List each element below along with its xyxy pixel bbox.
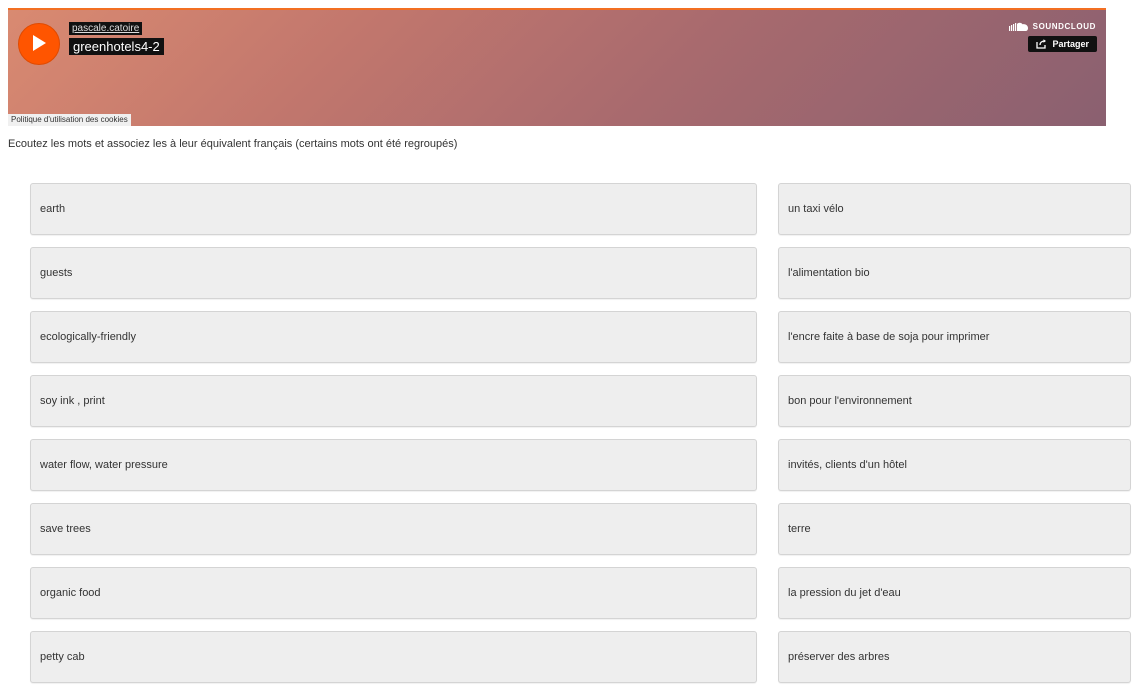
play-icon bbox=[33, 35, 46, 51]
share-button[interactable]: Partager bbox=[1028, 36, 1097, 52]
translation-card[interactable]: terre bbox=[778, 503, 1131, 555]
play-button[interactable] bbox=[18, 23, 60, 65]
translation-card[interactable]: bon pour l'environnement bbox=[778, 375, 1131, 427]
draggable-word-card[interactable]: guests bbox=[30, 247, 757, 299]
translation-card[interactable]: l'encre faite à base de soja pour imprim… bbox=[778, 311, 1131, 363]
draggable-word-card[interactable]: petty cab bbox=[30, 631, 757, 683]
draggable-word-card[interactable]: organic food bbox=[30, 567, 757, 619]
soundcloud-logo[interactable]: SOUNDCLOUD bbox=[1008, 22, 1096, 31]
draggable-word-card[interactable]: water flow, water pressure bbox=[30, 439, 757, 491]
draggable-word-card[interactable]: ecologically-friendly bbox=[30, 311, 757, 363]
track-title[interactable]: greenhotels4-2 bbox=[69, 38, 164, 55]
draggable-word-card[interactable]: soy ink , print bbox=[30, 375, 757, 427]
soundcloud-brand-label: SOUNDCLOUD bbox=[1032, 22, 1096, 31]
instructions-text: Ecoutez les mots et associez les à leur … bbox=[8, 138, 458, 150]
translation-card[interactable]: préserver des arbres bbox=[778, 631, 1131, 683]
translation-card[interactable]: la pression du jet d'eau bbox=[778, 567, 1131, 619]
translation-card[interactable]: invités, clients d'un hôtel bbox=[778, 439, 1131, 491]
soundcloud-player: pascale.catoire greenhotels4-2 SOUNDCLOU… bbox=[8, 8, 1106, 126]
translation-card[interactable]: l'alimentation bio bbox=[778, 247, 1131, 299]
draggable-word-card[interactable]: save trees bbox=[30, 503, 757, 555]
english-words-column: earth guests ecologically-friendly soy i… bbox=[30, 183, 757, 695]
translation-card[interactable]: un taxi vélo bbox=[778, 183, 1131, 235]
cookie-policy-link[interactable]: Politique d'utilisation des cookies bbox=[8, 114, 131, 126]
draggable-word-card[interactable]: earth bbox=[30, 183, 757, 235]
uploader-link[interactable]: pascale.catoire bbox=[69, 22, 143, 35]
french-words-column: un taxi vélo l'alimentation bio l'encre … bbox=[778, 183, 1131, 695]
share-label: Partager bbox=[1052, 39, 1089, 49]
soundcloud-cloud-icon bbox=[1008, 22, 1028, 31]
share-icon bbox=[1036, 39, 1047, 49]
